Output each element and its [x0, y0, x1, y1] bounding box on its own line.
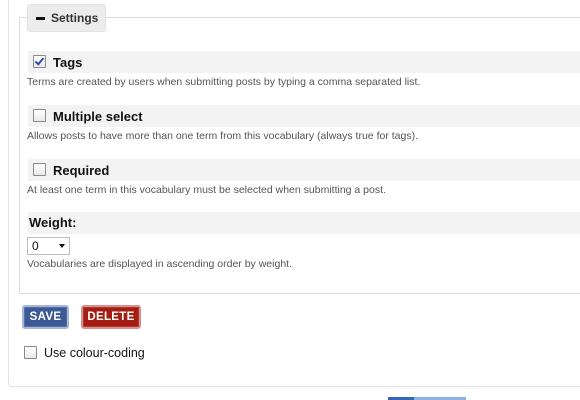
tags-description: Terms are created by users when submitti… — [27, 76, 421, 88]
option-row-required — [28, 159, 580, 181]
option-row-tags — [28, 51, 580, 73]
weight-row — [28, 212, 580, 234]
weight-description: Vocabularies are displayed in ascending … — [27, 258, 292, 270]
vocabulary-settings-page: Settings Tags Terms are created by users… — [0, 0, 580, 400]
required-label: Required — [53, 163, 110, 178]
required-description: At least one term in this vocabulary mus… — [27, 184, 386, 196]
chevron-down-icon — [59, 244, 65, 248]
settings-legend-label: Settings — [51, 11, 99, 25]
weight-label: Weight: — [29, 215, 77, 230]
multiple-select-label: Multiple select — [53, 109, 143, 124]
delete-button[interactable]: DELETE — [81, 305, 141, 329]
settings-legend-toggle[interactable]: Settings — [27, 4, 107, 32]
save-button[interactable]: SAVE — [22, 305, 69, 329]
weight-select-value: 0 — [32, 239, 39, 253]
required-checkbox[interactable] — [33, 163, 46, 176]
tags-checkbox[interactable] — [33, 55, 46, 68]
weight-select[interactable]: 0 — [27, 237, 70, 255]
collapse-minus-icon — [36, 14, 45, 23]
multiple-select-checkbox[interactable] — [33, 109, 46, 122]
colour-coding-label: Use colour-coding — [44, 346, 145, 360]
tags-label: Tags — [53, 55, 83, 70]
multiple-select-description: Allows posts to have more than one term … — [27, 130, 418, 142]
colour-coding-checkbox[interactable] — [24, 346, 37, 359]
